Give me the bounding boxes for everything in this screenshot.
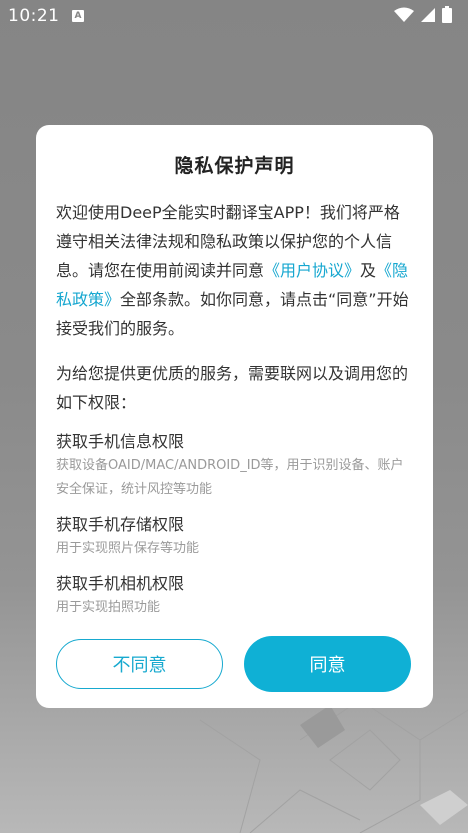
privacy-dialog: 隐私保护声明 欢迎使用DeeP全能实时翻译宝APP！我们将严格遵守相关法律法规和…	[36, 125, 433, 708]
status-bar: 10:21 A	[0, 0, 468, 34]
signal-icon	[421, 7, 435, 22]
intro-text: 欢迎使用DeeP全能实时翻译宝APP！我们将严格遵守相关法律法规和隐私政策以保护…	[56, 198, 413, 343]
permission-desc: 用于实现照片保存等功能	[56, 541, 200, 556]
notification-a-icon: A	[72, 10, 84, 22]
permissions-intro: 为给您提供更优质的服务，需要联网以及调用您的如下权限：	[56, 364, 409, 412]
user-agreement-link[interactable]: 《用户协议》	[264, 261, 360, 280]
dialog-button-row: 不同意 同意	[56, 636, 413, 693]
disagree-button[interactable]: 不同意	[56, 639, 223, 689]
permission-item-storage: 获取手机存储权限 用于实现照片保存等功能	[56, 514, 413, 561]
permission-title: 获取手机相机权限	[56, 574, 185, 593]
permission-desc: 获取设备OAID/MAC/ANDROID_ID等，用于识别设备、账户安全保证，统…	[56, 458, 404, 497]
dialog-title: 隐私保护声明	[174, 155, 295, 177]
permission-desc: 用于实现拍照功能	[56, 600, 161, 615]
battery-icon	[442, 6, 452, 23]
permission-item-phone-info: 获取手机信息权限 获取设备OAID/MAC/ANDROID_ID等，用于识别设备…	[56, 431, 413, 502]
permission-title: 获取手机存储权限	[56, 515, 185, 534]
wifi-icon	[394, 7, 414, 22]
agree-button[interactable]: 同意	[244, 636, 411, 692]
and-text: 及	[360, 261, 377, 280]
status-time: 10:21	[8, 6, 60, 26]
permission-item-camera: 获取手机相机权限 用于实现拍照功能	[56, 573, 413, 620]
permission-title: 获取手机信息权限	[56, 432, 185, 451]
